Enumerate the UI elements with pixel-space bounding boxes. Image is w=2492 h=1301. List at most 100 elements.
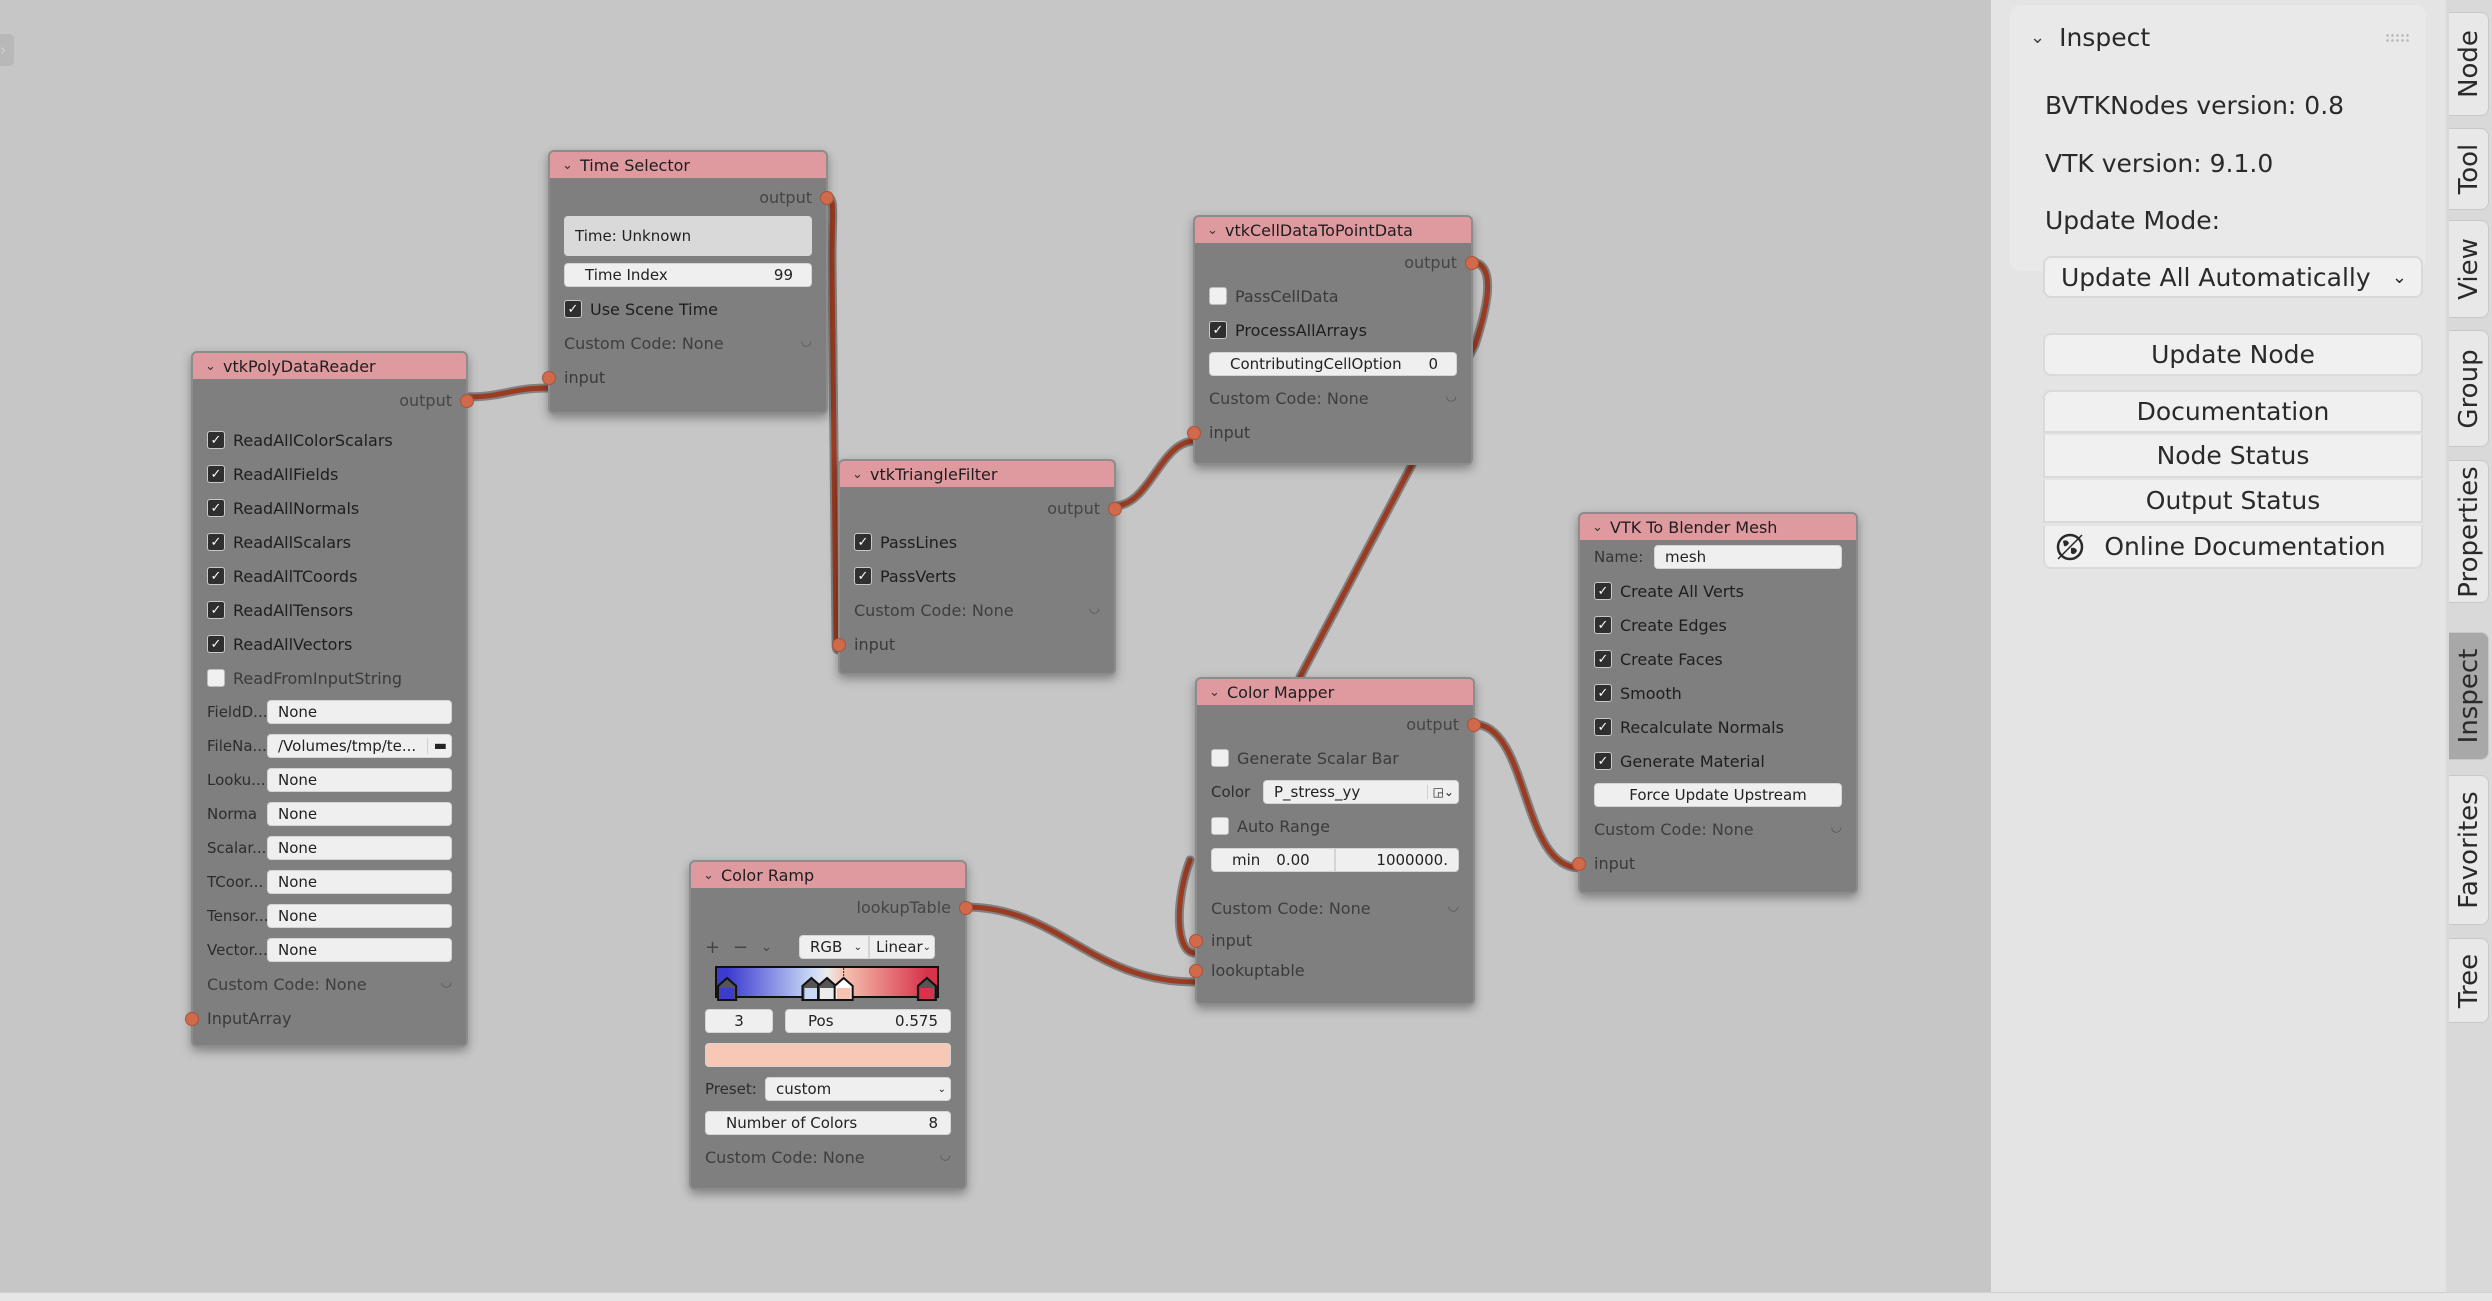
checkbox-unchecked-icon[interactable] — [1211, 749, 1229, 767]
active-stop-color-swatch[interactable] — [705, 1043, 951, 1067]
input-socket[interactable] — [1189, 934, 1203, 948]
custom-code-row[interactable]: Custom Code: None ◡ — [550, 326, 826, 360]
custom-code-row[interactable]: Custom Code: None ◡ — [193, 967, 466, 1001]
online-documentation-button[interactable]: Online Documentation — [2043, 526, 2423, 569]
custom-code-row[interactable]: Custom Code: None ◡ — [1580, 812, 1856, 846]
node-header[interactable]: ⌄ vtkPolyDataReader — [193, 353, 466, 379]
array-name-input[interactable]: None — [267, 768, 452, 792]
array-name-input[interactable]: None — [267, 700, 452, 724]
min-field[interactable]: min 0.00 — [1211, 848, 1335, 872]
checkbox-row[interactable]: ✓ ReadAllColorScalars — [193, 423, 466, 457]
auto-range-row[interactable]: Auto Range — [1197, 809, 1473, 843]
update-node-button[interactable]: Update Node — [2043, 333, 2423, 376]
custom-code-row[interactable]: Custom Code: None ◡ — [1197, 891, 1473, 925]
node-header[interactable]: ⌄ VTK To Blender Mesh — [1580, 514, 1856, 540]
checkbox-unchecked-icon[interactable] — [1209, 287, 1227, 305]
tab-inspect[interactable]: Inspect — [2449, 632, 2489, 760]
node-header[interactable]: ⌄ Time Selector — [550, 152, 826, 178]
checkbox-checked-icon[interactable]: ✓ — [207, 635, 225, 653]
node-header[interactable]: ⌄ Color Ramp — [691, 862, 965, 888]
checkbox-checked-icon[interactable]: ✓ — [1594, 616, 1612, 634]
checkbox-checked-icon[interactable]: ✓ — [207, 431, 225, 449]
input-socket[interactable] — [185, 1012, 199, 1026]
input-socket[interactable] — [542, 371, 556, 385]
checkbox-checked-icon[interactable]: ✓ — [207, 465, 225, 483]
tab-group[interactable]: Group — [2449, 330, 2489, 447]
output-socket[interactable] — [1108, 502, 1122, 516]
tab-tool[interactable]: Tool — [2449, 128, 2489, 210]
preset-select[interactable]: custom ⌄ — [765, 1077, 951, 1101]
input-socket[interactable] — [1187, 426, 1201, 440]
use-scene-time-row[interactable]: ✓ Use Scene Time — [550, 292, 826, 326]
expand-icon[interactable]: ◡ — [1831, 820, 1842, 839]
expand-icon[interactable]: ◡ — [801, 334, 812, 353]
chevron-down-icon[interactable]: ⌄ — [2030, 27, 2045, 48]
checkbox-row[interactable]: ✓ Generate Material — [1580, 744, 1856, 778]
checkbox-checked-icon[interactable]: ✓ — [1209, 321, 1227, 339]
checkbox-row[interactable]: ✓ Smooth — [1580, 676, 1856, 710]
checkbox-row[interactable]: ✓ ReadAllTensors — [193, 593, 466, 627]
panel-header[interactable]: ⌄ Inspect — [2030, 23, 2150, 52]
array-name-input[interactable]: None — [267, 802, 452, 826]
array-name-input[interactable]: None — [267, 938, 452, 962]
checkbox-checked-icon[interactable]: ✓ — [1594, 684, 1612, 702]
time-index-field[interactable]: Time Index 99 — [564, 263, 812, 287]
expand-icon[interactable]: ◡ — [441, 975, 452, 994]
color-ramp-gradient[interactable] — [715, 966, 939, 1002]
checkbox-row[interactable]: ✓ ReadAllTCoords — [193, 559, 466, 593]
mesh-name-input[interactable]: mesh — [1654, 545, 1842, 569]
custom-code-row[interactable]: Custom Code: None ◡ — [691, 1140, 965, 1174]
checkbox-row[interactable]: ✓ ReadAllVectors — [193, 627, 466, 661]
chevron-down-icon[interactable]: ⌄ — [1209, 685, 1227, 700]
stop-position-field[interactable]: Pos 0.575 — [785, 1009, 951, 1033]
checkbox-row[interactable]: ✓ PassLines — [840, 525, 1114, 559]
chevron-down-icon[interactable]: ⌄ — [562, 158, 580, 173]
checkbox-row[interactable]: ✓ Create Faces — [1580, 642, 1856, 676]
tab-node[interactable]: Node — [2449, 12, 2489, 116]
remove-stop-button[interactable]: − — [733, 937, 761, 958]
checkbox-checked-icon[interactable]: ✓ — [1594, 650, 1612, 668]
node-color-mapper[interactable]: ⌄ Color Mapper output Generate Scalar Bar… — [1189, 677, 1481, 1005]
expand-icon[interactable]: ◡ — [1446, 389, 1457, 408]
expand-icon[interactable]: ◡ — [1448, 899, 1459, 918]
tab-favorites[interactable]: Favorites — [2449, 775, 2489, 925]
checkbox-unchecked-icon[interactable] — [1211, 817, 1229, 835]
checkbox-row[interactable]: ✓ ReadAllScalars — [193, 525, 466, 559]
drag-handle-icon[interactable] — [2385, 33, 2411, 43]
scalar-bar-row[interactable]: Generate Scalar Bar — [1197, 741, 1473, 775]
tab-tree[interactable]: Tree — [2449, 938, 2489, 1023]
input-socket[interactable] — [832, 638, 846, 652]
checkbox-row[interactable]: ReadFromInputString — [193, 661, 466, 695]
checkbox-checked-icon[interactable]: ✓ — [207, 533, 225, 551]
array-name-input[interactable]: None — [267, 870, 452, 894]
checkbox-checked-icon[interactable]: ✓ — [207, 567, 225, 585]
chevron-down-icon[interactable]: ⌄ — [1207, 223, 1225, 238]
output-status-button[interactable]: Output Status — [2043, 480, 2423, 523]
checkbox-row[interactable]: PassCellData — [1195, 279, 1471, 313]
checkbox-checked-icon[interactable]: ✓ — [1594, 752, 1612, 770]
color-mode-select[interactable]: RGB ⌄ — [799, 935, 869, 959]
checkbox-row[interactable]: ✓ Create Edges — [1580, 608, 1856, 642]
array-name-input[interactable]: None — [267, 904, 452, 928]
expand-icon[interactable]: ◡ — [940, 1148, 951, 1167]
output-socket[interactable] — [959, 901, 973, 915]
chevron-down-icon[interactable]: ⌄ — [852, 467, 870, 482]
update-mode-select[interactable]: Update All Automatically ⌄ — [2043, 256, 2423, 298]
checkbox-checked-icon[interactable]: ✓ — [1594, 582, 1612, 600]
custom-code-row[interactable]: Custom Code: None ◡ — [840, 593, 1114, 627]
node-vtk-poly-data-reader[interactable]: ⌄ vtkPolyDataReader output ✓ ReadAllColorS… — [185, 351, 474, 1047]
custom-code-row[interactable]: Custom Code: None ◡ — [1195, 381, 1471, 415]
node-time-selector[interactable]: ⌄ Time Selector output Time: Unknown Time… — [542, 150, 834, 414]
tab-view[interactable]: View — [2449, 220, 2489, 318]
max-field[interactable]: 1000000. — [1335, 848, 1459, 872]
node-vtk-to-blender-mesh[interactable]: ⌄ VTK To Blender Mesh Name: mesh ✓ Create … — [1572, 512, 1858, 894]
node-header[interactable]: ⌄ vtkCellDataToPointData — [1195, 217, 1471, 243]
checkbox-unchecked-icon[interactable] — [207, 669, 225, 687]
folder-icon[interactable]: ▬ — [426, 738, 447, 754]
checkbox-checked-icon[interactable]: ✓ — [854, 567, 872, 585]
chevron-down-icon[interactable]: ⌄ — [1592, 520, 1610, 535]
checkbox-checked-icon[interactable]: ✓ — [854, 533, 872, 551]
filename-input[interactable]: /Volumes/tmp/te... ▬ — [267, 734, 452, 758]
node-header[interactable]: ⌄ vtkTriangleFilter — [840, 461, 1114, 487]
sidebar-toggle[interactable]: › — [0, 34, 14, 66]
